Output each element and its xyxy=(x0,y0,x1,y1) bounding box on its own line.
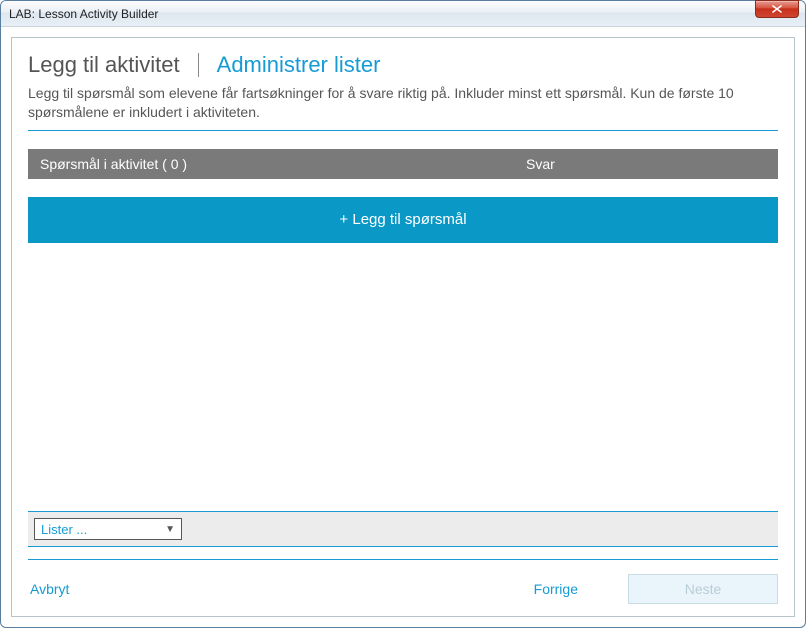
tab-add-activity[interactable]: Legg til aktivitet xyxy=(28,52,180,78)
add-question-button[interactable]: + Legg til spørsmål xyxy=(28,197,778,243)
footer-bar: Avbryt Forrige Neste xyxy=(28,560,778,604)
description-text: Legg til spørsmål som elevene får fartsø… xyxy=(28,84,778,122)
tab-bar: Legg til aktivitet Administrer lister xyxy=(28,52,778,78)
header-answers: Svar xyxy=(526,156,766,172)
empty-area xyxy=(28,243,778,511)
cancel-button[interactable]: Avbryt xyxy=(28,577,71,601)
chevron-down-icon: ▼ xyxy=(165,524,175,535)
spacer xyxy=(28,179,778,197)
add-question-label: + Legg til spørsmål xyxy=(339,211,466,228)
previous-button[interactable]: Forrige xyxy=(524,575,588,603)
dropdown-selected: Lister ... xyxy=(41,522,165,537)
tab-separator xyxy=(198,53,199,77)
window-title: LAB: Lesson Activity Builder xyxy=(9,7,801,21)
dropdown-row: Lister ... ▼ xyxy=(28,512,778,546)
lists-dropdown[interactable]: Lister ... ▼ xyxy=(34,518,182,540)
close-button[interactable] xyxy=(755,0,799,18)
header-questions: Spørsmål i aktivitet ( 0 ) xyxy=(40,156,526,172)
tab-manage-lists[interactable]: Administrer lister xyxy=(217,52,381,78)
dialog-window: LAB: Lesson Activity Builder Legg til ak… xyxy=(0,0,806,628)
spacer xyxy=(28,547,778,559)
content-panel: Legg til aktivitet Administrer lister Le… xyxy=(11,37,795,617)
question-table-header: Spørsmål i aktivitet ( 0 ) Svar xyxy=(28,149,778,179)
next-button: Neste xyxy=(628,574,778,604)
close-icon xyxy=(772,5,782,13)
content-wrap: Legg til aktivitet Administrer lister Le… xyxy=(1,27,805,627)
titlebar: LAB: Lesson Activity Builder xyxy=(1,1,805,27)
spacer xyxy=(28,131,778,149)
